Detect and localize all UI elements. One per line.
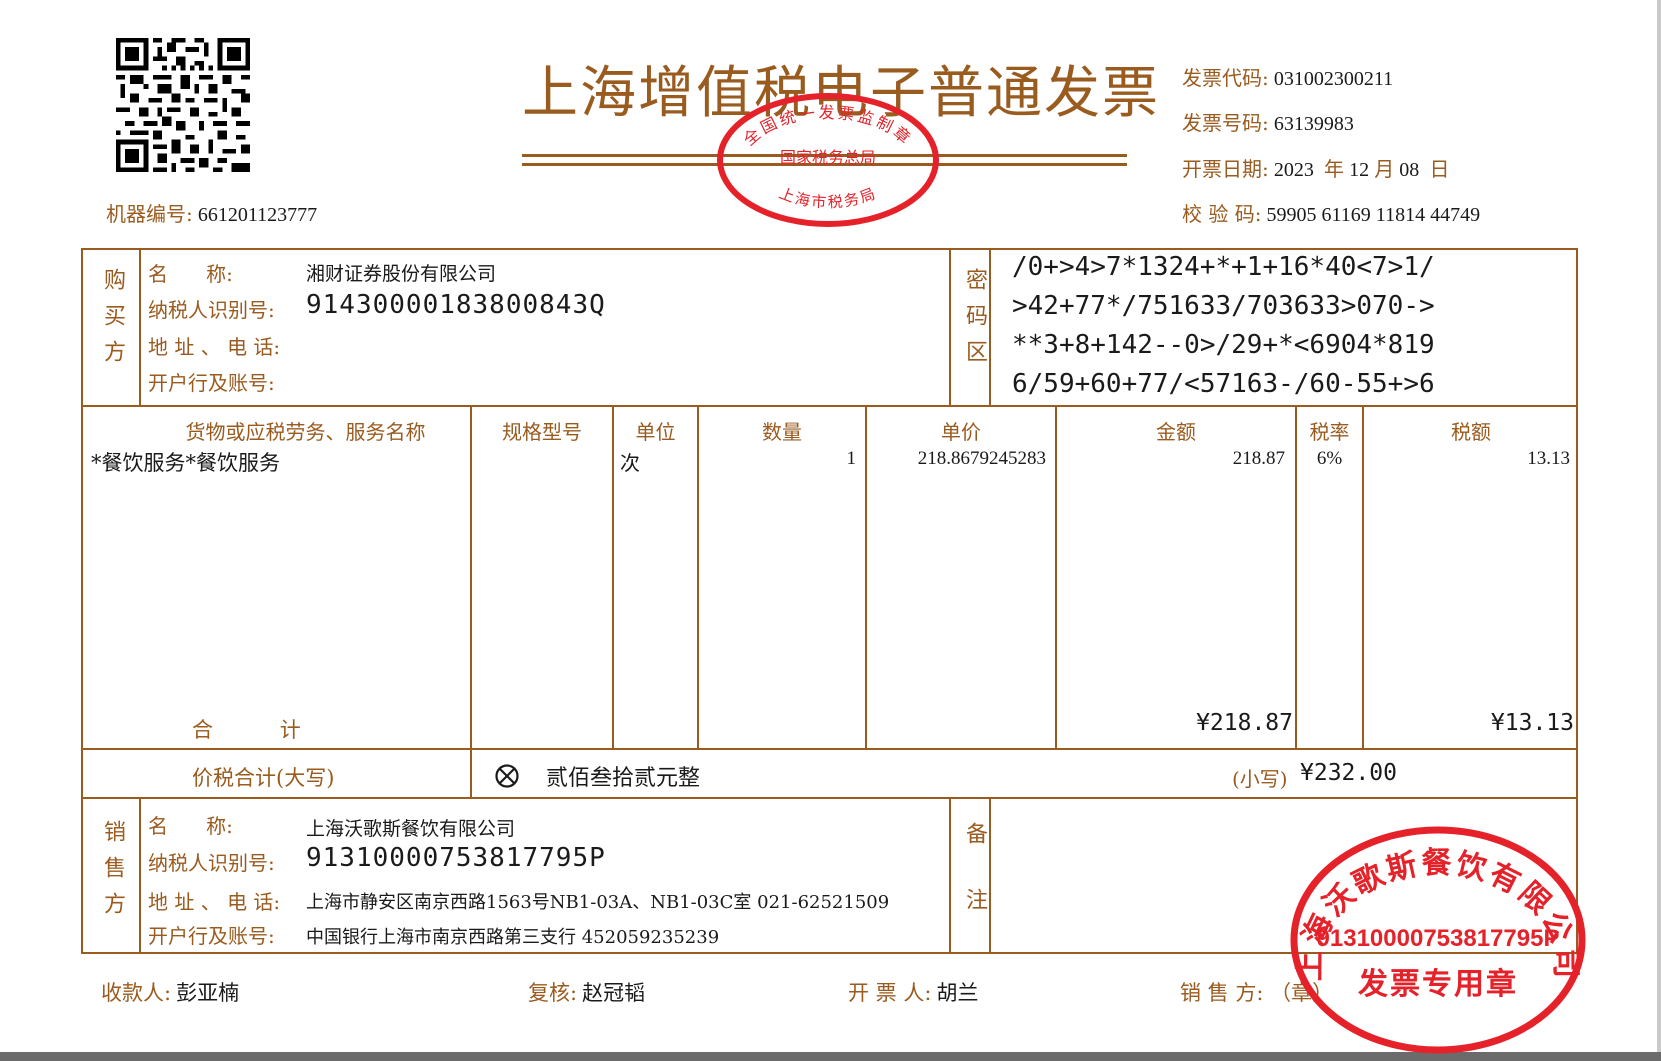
grand-total-small-value: ¥232.00 bbox=[1300, 760, 1397, 786]
header-item-name: 货物或应税劳务、服务名称 bbox=[185, 420, 426, 444]
cipher-line: 6/59+60+77/<57163-/60-55+>6 bbox=[1012, 369, 1435, 399]
cipher-area: /0+>4>7*1324+*+1+16*40<7>1/ >42+77*/7516… bbox=[1012, 248, 1435, 404]
seller-name: 上海沃歌斯餐饮有限公司 bbox=[306, 818, 516, 840]
seller-address-label: 地 址 、 电 话: bbox=[148, 890, 281, 914]
header-amount: 金额 bbox=[1156, 420, 1196, 444]
qr-code bbox=[116, 38, 250, 172]
total-label: 合 计 bbox=[192, 718, 301, 742]
check-code: 校 验 码: 59905 61169 11814 44749 bbox=[1182, 202, 1481, 226]
seller-bank: 中国银行上海市南京西路第三支行 452059235239 bbox=[306, 927, 720, 948]
buyer-tax-id-label: 纳税人识别号: bbox=[148, 298, 275, 322]
item-price: 218.8679245283 bbox=[917, 448, 1046, 469]
seller-name-label: 名 称: bbox=[148, 814, 233, 838]
invoice-code: 发票代码: 031002300211 bbox=[1182, 66, 1394, 90]
seller-address: 上海市静安区南京西路1563号NB1-03A、NB1-03C室 021-6252… bbox=[306, 892, 890, 913]
buyer-side-label: 购买方 bbox=[100, 268, 125, 376]
item-unit: 次 bbox=[620, 451, 640, 475]
cross-circle-icon bbox=[495, 764, 519, 788]
rule bbox=[949, 248, 951, 405]
rule bbox=[139, 797, 141, 954]
seller-bank-label: 开户行及账号: bbox=[148, 924, 275, 948]
svg-text:上海市税务局: 上海市税务局 bbox=[777, 184, 880, 212]
rule bbox=[81, 405, 1578, 407]
header-tax: 税额 bbox=[1451, 420, 1491, 444]
buyer-name: 湘财证券股份有限公司 bbox=[306, 263, 497, 285]
header-unit: 单位 bbox=[635, 420, 676, 444]
svg-text:91310000753817795P: 91310000753817795P bbox=[1317, 925, 1560, 952]
remark-label: 备注 bbox=[962, 822, 987, 954]
total-amount: ¥218.87 bbox=[1196, 710, 1293, 736]
header-qty: 数量 bbox=[762, 420, 802, 444]
cipher-line: >42+77*/751633/703633>070-> bbox=[1012, 291, 1435, 321]
payee: 收款人: 彭亚楠 bbox=[101, 981, 240, 1005]
grand-total-small-label: (小写) bbox=[1232, 767, 1288, 791]
buyer-tax-id: 91430000183800843Q bbox=[306, 290, 606, 320]
seller-tax-id-label: 纳税人识别号: bbox=[148, 851, 275, 875]
buyer-name-label: 名 称: bbox=[148, 262, 233, 286]
rule bbox=[81, 797, 1578, 799]
seller-tax-id: 91310000753817795P bbox=[306, 843, 606, 873]
rule bbox=[470, 405, 472, 797]
seller-side-label: 销售方 bbox=[100, 820, 125, 928]
total-tax: ¥13.13 bbox=[1490, 710, 1574, 736]
header-spec: 规格型号 bbox=[502, 420, 582, 444]
grand-total-label: 价税合计(大写) bbox=[192, 766, 335, 790]
grand-total-words: 贰佰叁拾贰元整 bbox=[546, 766, 701, 791]
item-rate: 6% bbox=[1316, 448, 1343, 469]
rule bbox=[81, 748, 1578, 750]
header-price: 单价 bbox=[941, 420, 981, 444]
buyer-bank-label: 开户行及账号: bbox=[148, 371, 275, 395]
reviewer: 复核: 赵冠韬 bbox=[528, 981, 646, 1005]
invoice-date: 开票日期: 2023 年 12 月 08 日 bbox=[1182, 157, 1450, 181]
rule bbox=[949, 797, 951, 954]
official-supervision-stamp: 全国统一发票监制章 国家税务总局 上海市税务局 bbox=[717, 93, 939, 227]
rule bbox=[612, 405, 614, 748]
svg-text:发票专用章: 发票专用章 bbox=[1357, 967, 1518, 1002]
rule bbox=[139, 248, 141, 405]
drawer: 开 票 人: 胡兰 bbox=[848, 981, 979, 1005]
header-rate: 税率 bbox=[1309, 420, 1350, 444]
invoice-number: 发票号码: 63139983 bbox=[1182, 111, 1354, 135]
cipher-line: **3+8+142--0>/29+*<6904*819 bbox=[1012, 330, 1435, 360]
item-amount: 218.87 bbox=[1232, 448, 1285, 469]
buyer-address-label: 地 址 、 电 话: bbox=[148, 335, 281, 359]
item-tax: 13.13 bbox=[1527, 448, 1570, 469]
svg-text:国家税务总局: 国家税务总局 bbox=[780, 148, 876, 167]
machine-number: 机器编号: 661201123777 bbox=[106, 202, 318, 226]
cipher-line: /0+>4>7*1324+*+1+16*40<7>1/ bbox=[1012, 252, 1435, 282]
item-qty: 1 bbox=[846, 448, 857, 469]
item-name: *餐饮服务*餐饮服务 bbox=[91, 451, 280, 475]
seller-invoice-stamp: 上海沃歌斯餐饮有限公司 91310000753817795P 发票专用章 bbox=[1290, 826, 1586, 1054]
cipher-label: 密码区 bbox=[962, 268, 987, 376]
